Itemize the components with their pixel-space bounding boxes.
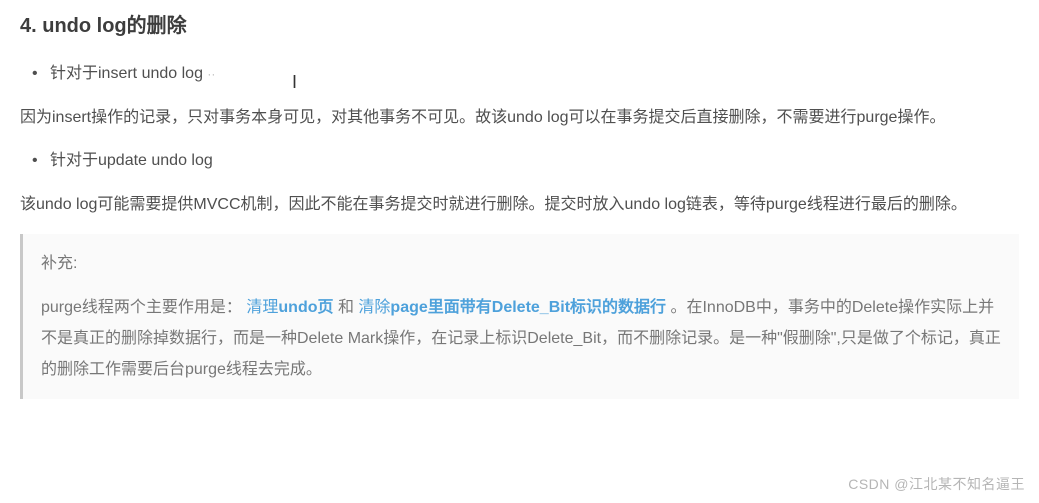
section-heading: 4. undo log的删除 [20, 8, 1019, 44]
paragraph: 因为insert操作的记录，只对事务本身可见，对其他事务不可见。故该undo l… [20, 103, 1019, 133]
watermark: CSDN @江北某不知名逼王 [848, 472, 1025, 497]
highlight-bold-text: page里面带有Delete_Bit标识的数据行 [390, 299, 666, 316]
note-title: 补充: [41, 248, 1001, 279]
bullet-list-1: 针对于insert undo log ·· [20, 60, 1019, 89]
highlight-text: 清除 [358, 299, 390, 316]
document-body: 4. undo log的删除 针对于insert undo log ·· 因为i… [0, 0, 1039, 399]
note-body: purge线程两个主要作用是： 清理undo页 和 清除page里面带有Dele… [41, 292, 1001, 386]
note-text: 和 [334, 299, 359, 316]
list-item-text: 针对于update undo log [50, 152, 213, 169]
highlight-text: 清理 [246, 299, 278, 316]
note-text: purge线程两个主要作用是： [41, 299, 246, 316]
text-cursor-icon: I [292, 62, 297, 95]
list-item: 针对于update undo log [50, 147, 1019, 176]
list-item: 针对于insert undo log ·· [50, 60, 1019, 89]
paragraph: 该undo log可能需要提供MVCC机制，因此不能在事务提交时就进行删除。提交… [20, 190, 1019, 220]
highlight-bold-text: undo页 [278, 299, 333, 316]
list-item-text: 针对于insert undo log [50, 65, 203, 82]
note-box: 补充: purge线程两个主要作用是： 清理undo页 和 清除page里面带有… [20, 234, 1019, 399]
bullet-list-2: 针对于update undo log [20, 147, 1019, 176]
trailing-dots: ·· [207, 67, 215, 81]
